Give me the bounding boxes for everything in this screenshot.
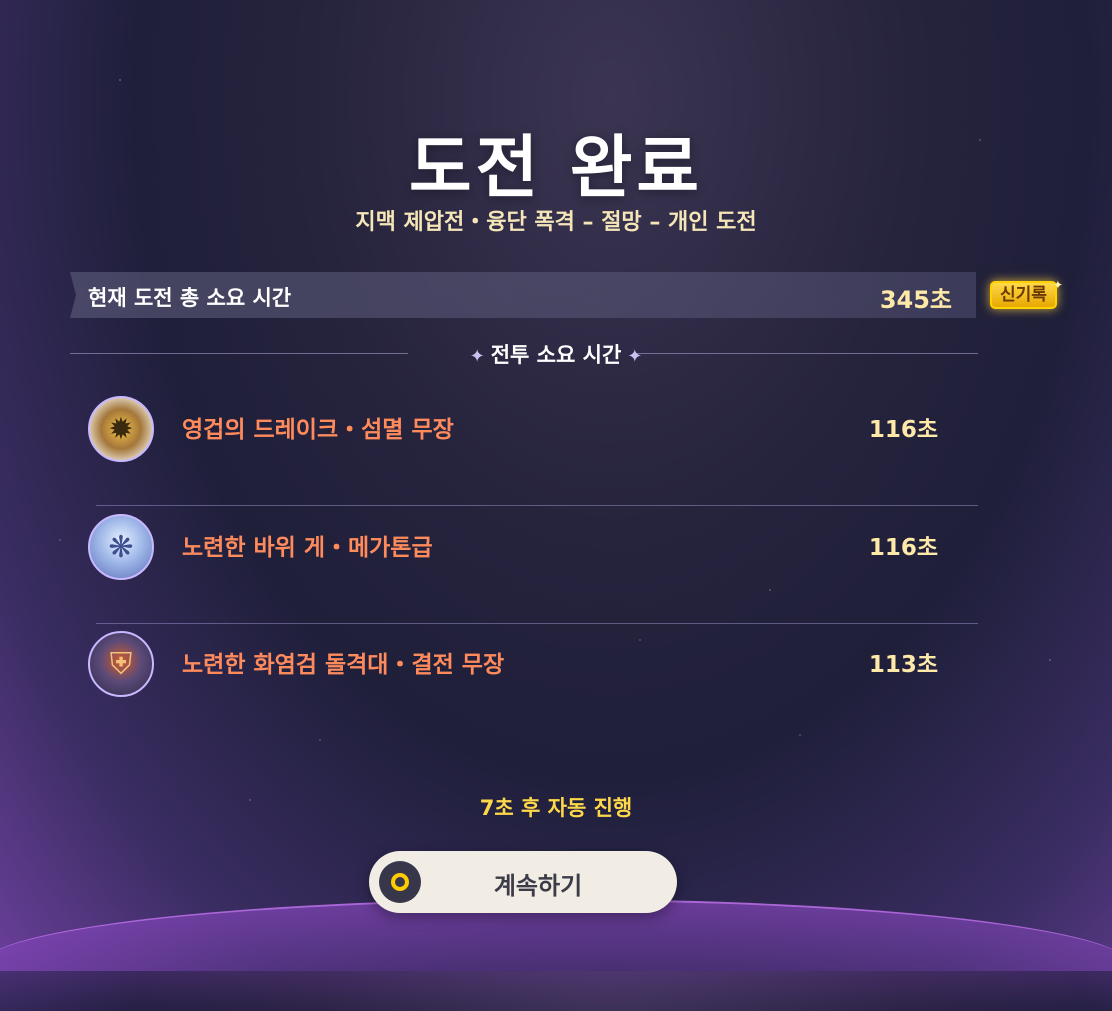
new-record-badge: 신기록 ✦ — [990, 278, 1063, 309]
enemy-row: ⛨ 노련한 화염검 돌격대・결전 무장 113초 — [88, 623, 978, 741]
page-title: 도전 완료 — [409, 129, 703, 208]
enemy-name: 노련한 바위 게・메가톤급 — [182, 535, 433, 561]
total-time-value: 345초 — [879, 286, 952, 314]
enemy-time: 113초 — [868, 652, 938, 678]
continue-button-label: 계속하기 — [493, 872, 583, 900]
battle-time-heading: ✦ 전투 소요 시간 ✦ — [0, 339, 1112, 369]
enemy-name: 노련한 화염검 돌격대・결전 무장 — [182, 652, 505, 678]
enemy-row: ❋ 노련한 바위 게・메가톤급 116초 — [88, 506, 978, 624]
challenge-subtitle: 지맥 제압전・융단 폭격 – 절망 – 개인 도전 — [355, 210, 757, 235]
total-time-label: 현재 도전 총 소요 시간 — [88, 286, 292, 310]
continue-button[interactable]: 계속하기 — [369, 851, 677, 913]
enemy-row: ✹ 영겁의 드레이크・섬멸 무장 116초 — [88, 388, 978, 506]
enemy-time: 116초 — [868, 535, 938, 561]
battle-time-title: 전투 소요 시간 — [490, 343, 622, 367]
enemy-name: 영겁의 드레이크・섬멸 무장 — [182, 417, 454, 443]
new-record-label: 신기록 — [1000, 285, 1047, 305]
star-left-icon: ✦ — [469, 346, 485, 367]
star-right-icon: ✦ — [627, 346, 643, 367]
bottom-wave-decoration — [0, 899, 1112, 1011]
rock-crab-icon: ❋ — [88, 514, 154, 580]
drake-emblem-icon: ✹ — [88, 396, 154, 462]
sparkle-icon: ✦ — [1052, 278, 1063, 292]
enemy-time: 116초 — [868, 417, 938, 443]
auto-advance-countdown: 7초 후 자동 진행 — [479, 796, 633, 820]
flame-blade-trooper-icon: ⛨ — [88, 631, 154, 697]
